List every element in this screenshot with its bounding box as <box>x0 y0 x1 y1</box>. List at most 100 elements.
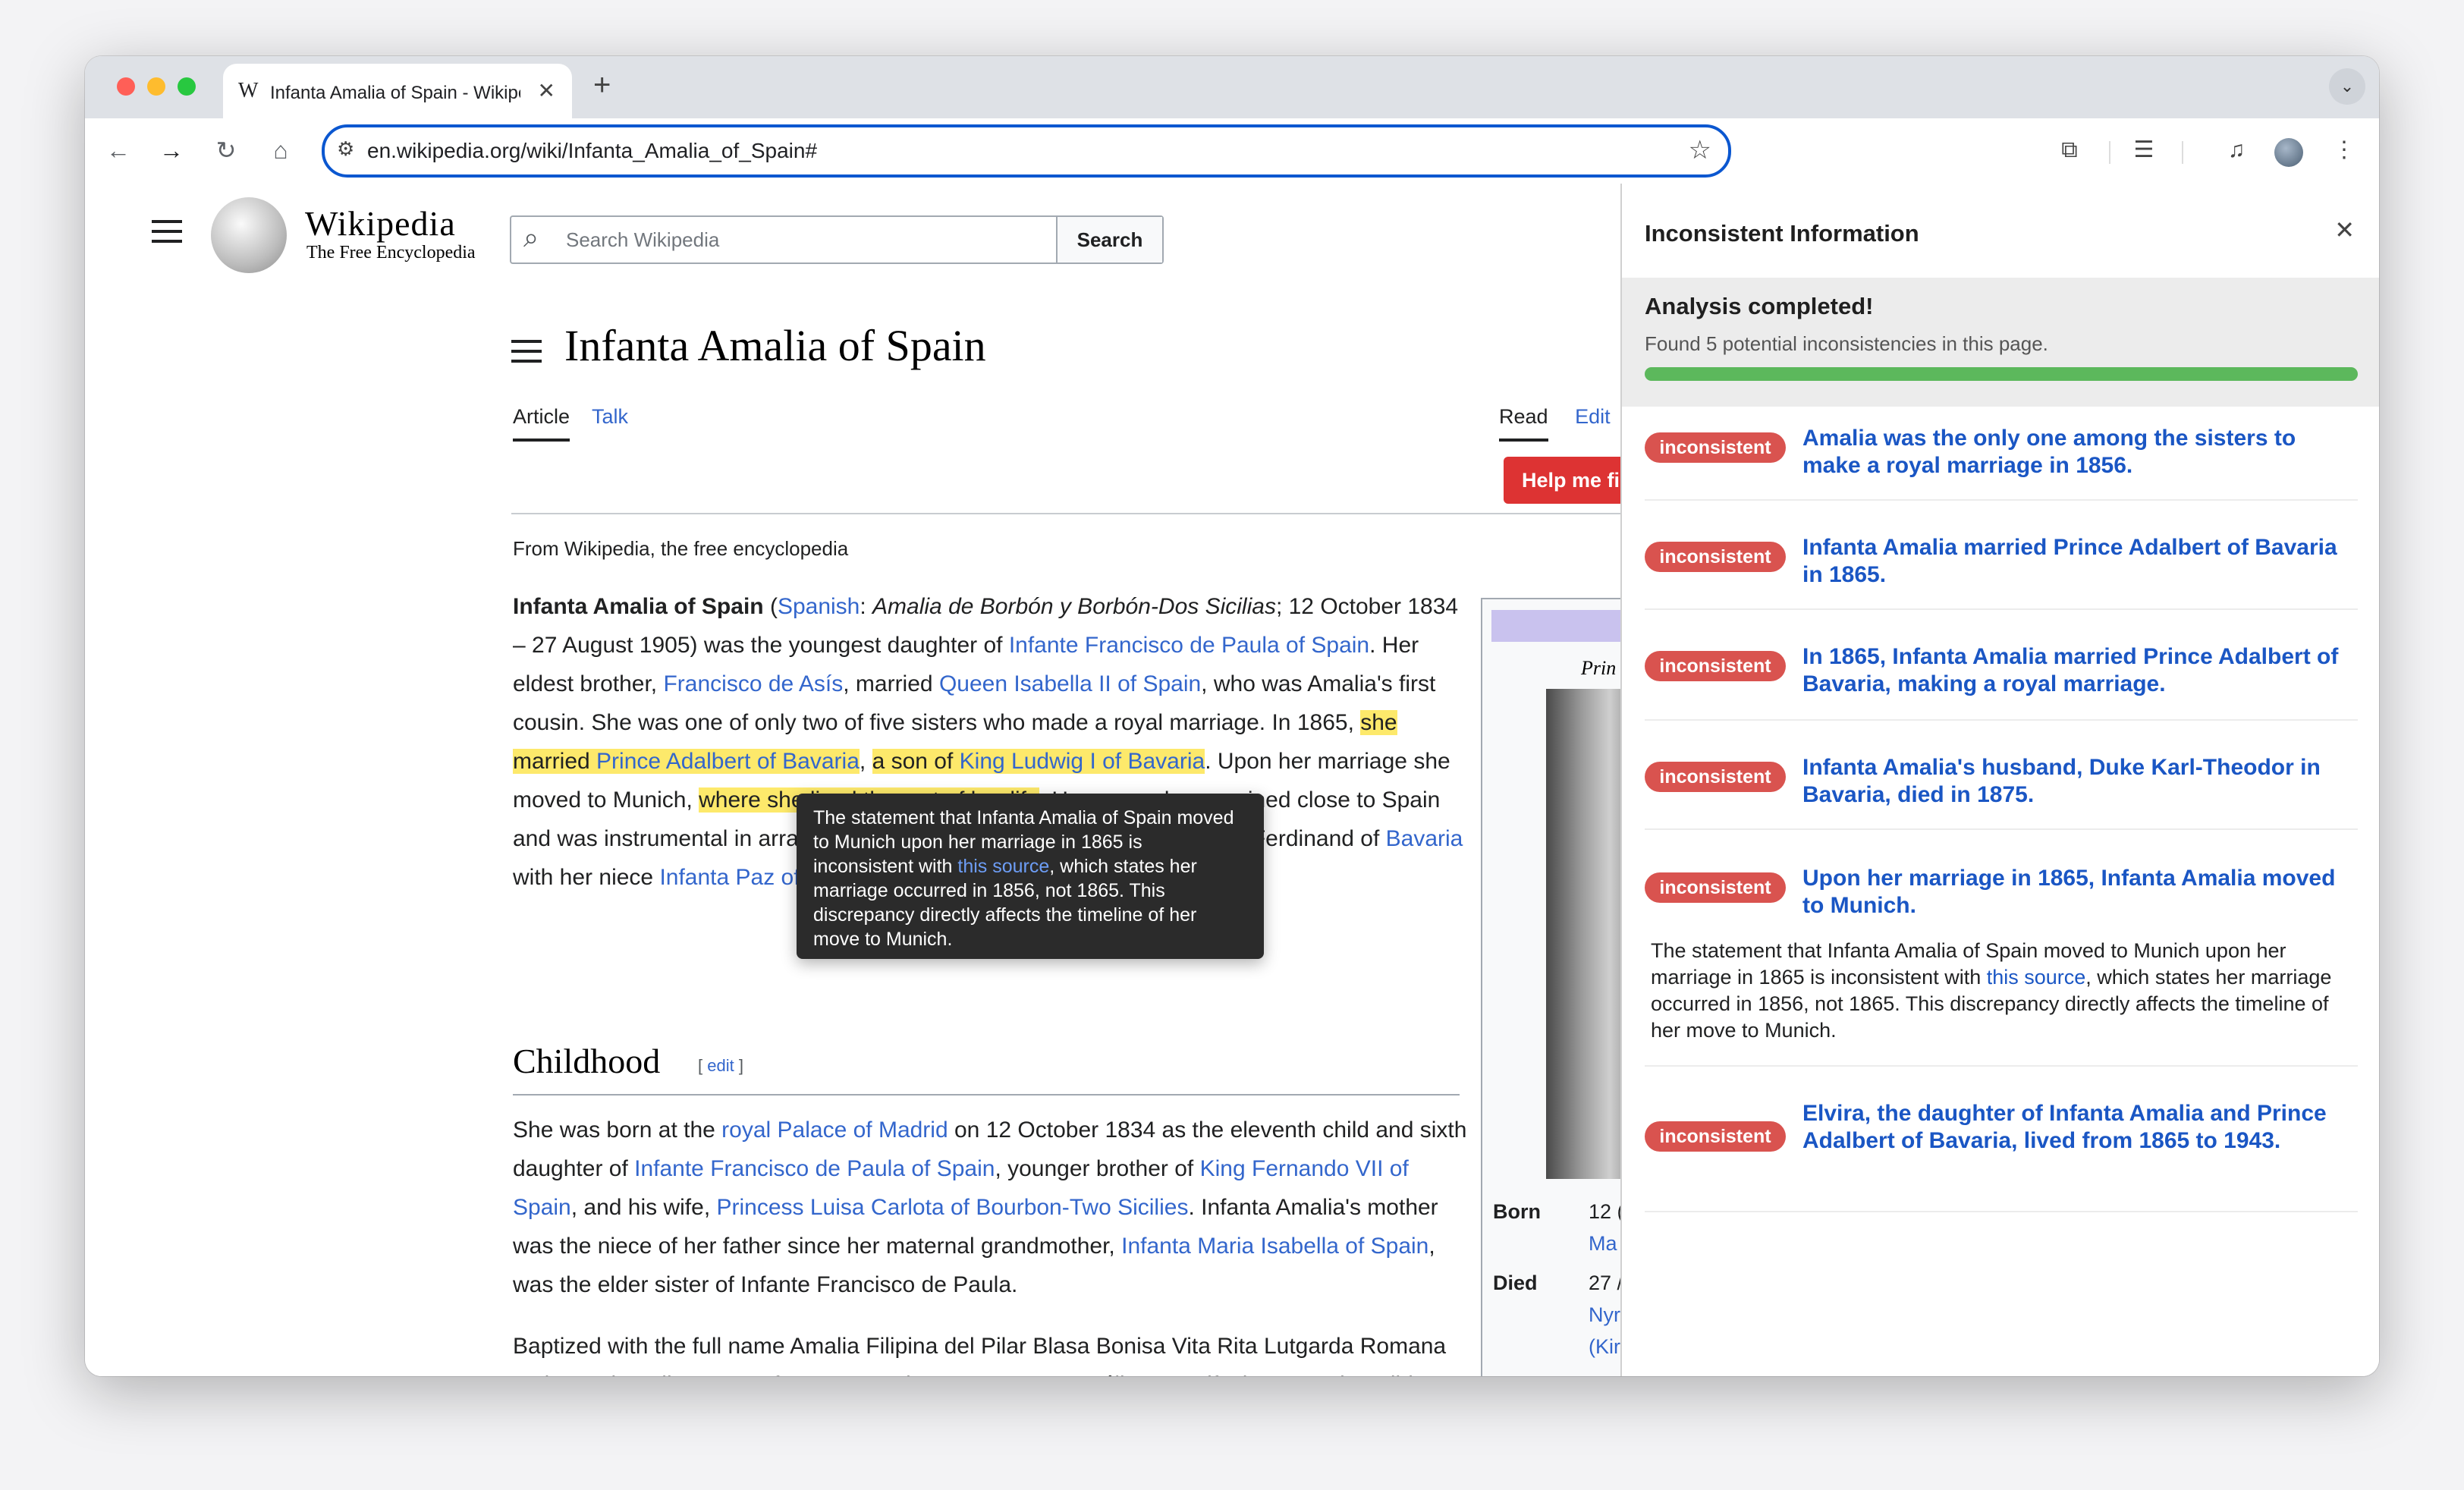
tab-search-icon[interactable]: ⌄ <box>2329 68 2365 105</box>
tab-article[interactable]: Article <box>513 405 570 442</box>
divider <box>511 513 1634 514</box>
claim-link[interactable]: Infanta Amalia's husband, Duke Karl-Theo… <box>1802 754 2356 809</box>
close-icon[interactable]: ✕ <box>2334 215 2355 244</box>
home-icon[interactable]: ⌂ <box>262 132 299 168</box>
divider <box>1645 499 2358 501</box>
link[interactable]: Prince Adalbert of Bavaria <box>596 749 860 774</box>
divider <box>1645 719 2358 721</box>
new-tab-button[interactable]: + <box>593 68 611 102</box>
wikipedia-tagline: The Free Encyclopedia <box>306 243 476 262</box>
tab-strip: W Infanta Amalia of Spain - Wikipedia ✕ … <box>85 56 2379 118</box>
close-window-button[interactable] <box>117 77 135 96</box>
browser-tab[interactable]: W Infanta Amalia of Spain - Wikipedia ✕ <box>223 64 572 118</box>
status-title: Analysis completed! <box>1645 293 1874 319</box>
from-wikipedia-note: From Wikipedia, the free encyclopedia <box>513 537 849 560</box>
page-title: Infanta Amalia of Spain <box>564 321 986 370</box>
infobox: Prin Born 12 ( Ma Died 27 / Nyr (Kir <box>1481 598 1637 1376</box>
claim-link[interactable]: In 1865, Infanta Amalia married Prince A… <box>1802 643 2356 698</box>
divider <box>1645 608 2358 610</box>
link[interactable]: Infante Francisco de Paula of Spain <box>634 1156 995 1181</box>
search-button[interactable]: Search <box>1056 217 1162 262</box>
claim-link[interactable]: Infanta Amalia married Prince Adalbert o… <box>1802 534 2356 589</box>
url-text[interactable]: en.wikipedia.org/wiki/Infanta_Amalia_of_… <box>367 139 817 163</box>
infobox-died-label: Died <box>1493 1272 1538 1294</box>
status-badge: inconsistent <box>1645 1121 1786 1152</box>
wikipedia-globe-logo[interactable] <box>211 197 287 273</box>
toolbar: ← → ↻ ⌂ ⚙ en.wikipedia.org/wiki/Infanta_… <box>85 118 2379 185</box>
claim-link[interactable]: Amalia was the only one among the sister… <box>1802 425 2356 479</box>
claim-link[interactable]: Elvira, the daughter of Infanta Amalia a… <box>1802 1100 2356 1155</box>
childhood-section: She was born at the royal Palace of Madr… <box>513 1111 1467 1376</box>
reload-icon[interactable]: ↻ <box>208 132 244 168</box>
site-info-icon[interactable]: ⚙ <box>337 137 354 161</box>
status-badge: inconsistent <box>1645 762 1786 792</box>
extensions-icon[interactable]: ⧉ <box>2051 132 2088 168</box>
status-badge: inconsistent <box>1645 872 1786 903</box>
media-controls-icon[interactable]: ♫ <box>2218 132 2255 168</box>
link[interactable]: Infante Francisco de Paula of Spain <box>1009 633 1369 658</box>
section-divider <box>513 1094 1460 1095</box>
paragraph: Baptized with the full name Amalia Filip… <box>513 1334 1451 1376</box>
inconsistency-panel: Inconsistent Information ✕ Analysis comp… <box>1620 184 2379 1376</box>
divider <box>1645 1065 2358 1067</box>
edit-link[interactable]: edit <box>707 1056 734 1075</box>
infobox-born-value: 12 ( Ma <box>1589 1200 1624 1255</box>
link[interactable]: Infanta Maria Isabella of Spain <box>1121 1234 1428 1259</box>
wikipedia-favicon-icon: W <box>238 79 259 102</box>
minimize-window-button[interactable] <box>147 77 165 96</box>
divider <box>1645 1211 2358 1212</box>
link[interactable]: Bavaria <box>1386 826 1463 851</box>
status-text: Found 5 potential inconsistencies in thi… <box>1645 332 2048 355</box>
zoom-window-button[interactable] <box>178 77 196 96</box>
progress-bar <box>1645 367 2358 381</box>
inconsistency-tooltip: The statement that Infanta Amalia of Spa… <box>797 794 1264 959</box>
toolbar-divider <box>2109 141 2110 164</box>
tab-title: Infanta Amalia of Spain - Wikipedia <box>270 83 520 103</box>
tab-read[interactable]: Read <box>1499 405 1548 442</box>
back-icon[interactable]: ← <box>100 132 137 168</box>
link[interactable]: Francisco de Asís <box>663 671 843 696</box>
tab-talk[interactable]: Talk <box>592 405 628 428</box>
tab-edit[interactable]: Edit <box>1575 405 1611 428</box>
forward-icon[interactable]: → <box>153 132 190 168</box>
page-content: Wikipedia The Free Encyclopedia ⌕ Search… <box>85 184 2379 1376</box>
bookmark-star-icon[interactable]: ☆ <box>1689 135 1711 165</box>
search-box[interactable]: ⌕ Search Wikipedia Search <box>510 215 1164 264</box>
infobox-header <box>1491 610 1636 642</box>
status-badge: inconsistent <box>1645 542 1786 572</box>
infobox-born-label: Born <box>1493 1200 1541 1223</box>
link[interactable]: Spanish <box>778 594 860 619</box>
progress-fill <box>1645 367 2358 381</box>
link[interactable]: Princess Luisa Carlota of Bourbon-Two Si… <box>717 1195 1189 1220</box>
source-link[interactable]: this source <box>957 856 1049 877</box>
close-tab-icon[interactable]: ✕ <box>538 78 555 103</box>
section-edit-link[interactable]: [ edit ] <box>698 1056 743 1076</box>
paragraph: She was born at the royal Palace of Madr… <box>513 1118 1467 1297</box>
address-bar[interactable]: ⚙ en.wikipedia.org/wiki/Infanta_Amalia_o… <box>322 124 1731 178</box>
panel-title: Inconsistent Information <box>1645 220 1919 247</box>
infobox-died-value: 27 / Nyr (Kir <box>1589 1272 1623 1358</box>
section-heading-childhood: Childhood <box>513 1042 661 1080</box>
search-icon: ⌕ <box>523 222 539 253</box>
analysis-status: Analysis completed! Found 5 potential in… <box>1622 278 2379 407</box>
wikipedia-page: Wikipedia The Free Encyclopedia ⌕ Search… <box>85 184 1658 1376</box>
highlighted-claim[interactable]: a son of King Ludwig I of Bavaria <box>872 749 1205 774</box>
link[interactable]: Queen Isabella II of Spain <box>939 671 1201 696</box>
status-badge: inconsistent <box>1645 432 1786 463</box>
link[interactable]: royal Palace of Madrid <box>721 1118 948 1143</box>
reading-mode-icon[interactable]: ☰ <box>2126 132 2162 168</box>
inconsistency-detail: The statement that Infanta Amalia of Spa… <box>1651 939 2332 1042</box>
wikipedia-wordmark[interactable]: Wikipedia <box>305 203 456 244</box>
main-menu-icon[interactable] <box>152 220 182 250</box>
divider <box>1645 828 2358 830</box>
claim-link[interactable]: Upon her marriage in 1865, Infanta Amali… <box>1802 865 2356 919</box>
source-link[interactable]: this source <box>1987 966 2086 989</box>
toolbar-divider <box>2182 141 2183 164</box>
profile-avatar[interactable] <box>2274 138 2303 167</box>
table-of-contents-icon[interactable] <box>511 340 542 369</box>
status-badge: inconsistent <box>1645 651 1786 681</box>
infobox-caption: Prin <box>1581 657 1617 679</box>
search-input[interactable]: Search Wikipedia <box>566 228 719 252</box>
link[interactable]: King Ludwig I of Bavaria <box>960 749 1205 774</box>
kebab-menu-icon[interactable]: ⋮ <box>2326 132 2362 168</box>
